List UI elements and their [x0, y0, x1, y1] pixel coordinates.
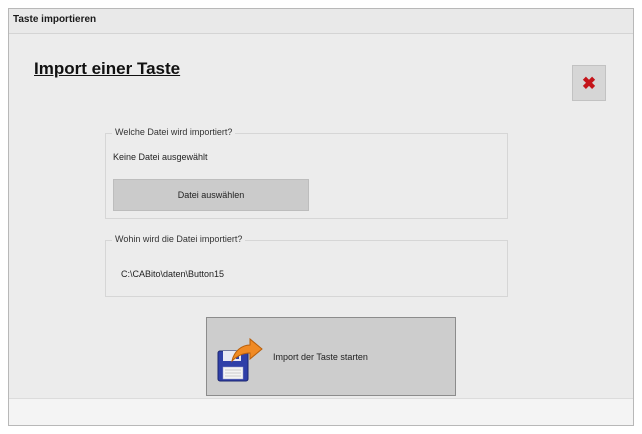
bottom-strip	[9, 398, 633, 425]
start-import-label: Import der Taste starten	[273, 352, 368, 362]
floppy-disk-import-icon	[217, 337, 263, 382]
target-path-legend: Wohin wird die Datei importiert?	[112, 234, 246, 244]
window-title: Taste importieren	[13, 14, 97, 25]
source-file-group: Welche Datei wird importiert? Keine Date…	[105, 127, 508, 219]
close-icon: ✖	[581, 73, 597, 93]
target-path-value: C:\CABito\daten\Button15	[121, 269, 225, 279]
title-bar: Taste importieren	[9, 9, 633, 34]
start-import-button[interactable]: Import der Taste starten	[206, 317, 456, 396]
close-button[interactable]: ✖	[572, 65, 606, 101]
choose-file-button[interactable]: Datei auswählen	[113, 179, 309, 211]
selected-file-status: Keine Datei ausgewählt	[113, 152, 208, 162]
target-path-group: Wohin wird die Datei importiert? C:\CABi…	[105, 234, 508, 297]
import-dialog-window: Taste importieren Import einer Taste ✖ W…	[8, 8, 634, 426]
source-file-legend: Welche Datei wird importiert?	[112, 127, 236, 137]
dialog-heading: Import einer Taste	[34, 59, 181, 78]
